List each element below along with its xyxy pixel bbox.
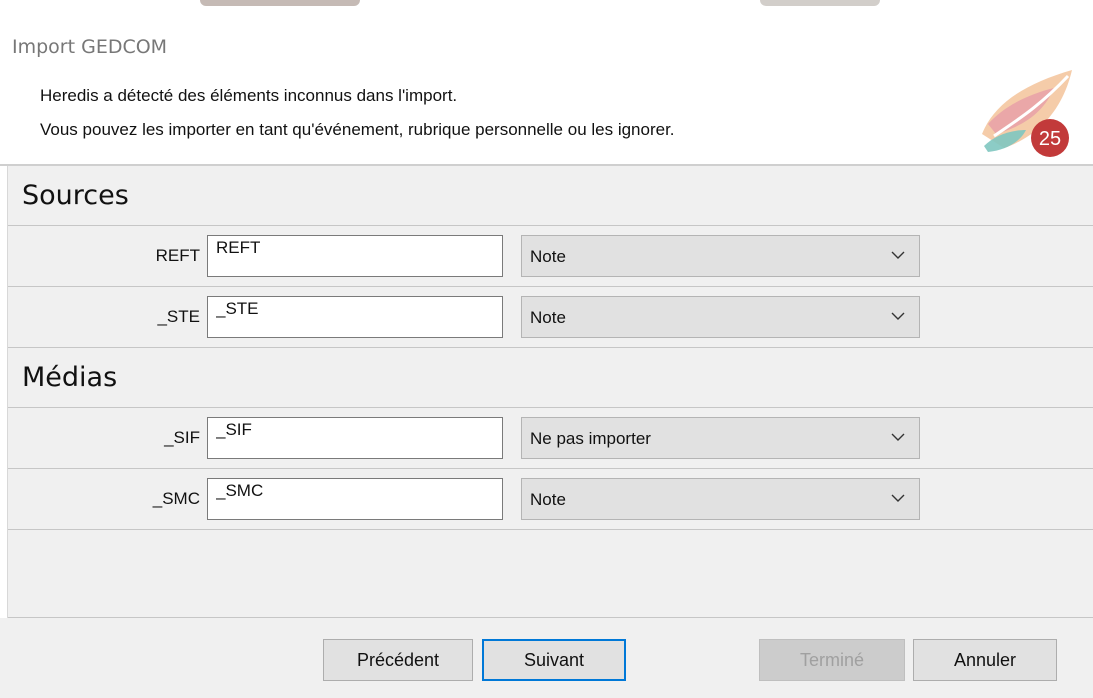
dropdown-selected-value: Note [530,490,566,509]
mapping-row: _SIF Ne pas importer [8,408,1093,469]
dropdown-selected-value: Note [530,247,566,266]
tag-name-input[interactable] [207,417,503,459]
chevron-down-icon [891,433,905,441]
mapping-row: REFT Note [8,226,1093,287]
previous-button[interactable]: Précédent [323,639,473,681]
background-blur [200,0,360,6]
mapping-row: _SMC Note [8,469,1093,530]
tag-label: _SIF [164,428,200,447]
chevron-down-icon [891,251,905,259]
empty-area [8,531,1093,618]
tag-name-input[interactable] [207,296,503,338]
tag-name-input[interactable] [207,478,503,520]
dropdown-selected-value: Ne pas importer [530,429,651,448]
tag-label: _STE [157,307,200,326]
dialog-footer: Précédent Suivant Terminé Annuler [0,618,1093,698]
import-as-dropdown[interactable]: Ne pas importer [521,417,920,459]
finish-button[interactable]: Terminé [759,639,905,681]
background-blur [760,0,880,6]
import-as-dropdown[interactable]: Note [521,296,920,338]
tag-label: _SMC [152,489,200,508]
window-title: Import GEDCOM [12,36,168,58]
background-strip [0,0,1093,14]
tag-name-input[interactable] [207,235,503,277]
section-title-sources: Sources [8,166,1093,226]
tag-label: REFT [155,246,200,265]
mapping-panel: Sources REFT Note _STE Note Médias _SIF … [7,166,1093,618]
section-title-medias: Médias [8,348,1093,408]
dialog-header: Heredis a détecté des éléments inconnus … [0,58,1093,164]
mapping-row: _STE Note [8,287,1093,348]
dropdown-selected-value: Note [530,308,566,327]
chevron-down-icon [891,494,905,502]
import-as-dropdown[interactable]: Note [521,478,920,520]
header-message-line2: Vous pouvez les importer en tant qu'évén… [40,120,675,139]
import-as-dropdown[interactable]: Note [521,235,920,277]
logo-badge-text: 25 [1039,128,1061,150]
title-bar: Import GEDCOM [0,14,1093,58]
chevron-down-icon [891,312,905,320]
next-button[interactable]: Suivant [482,639,626,681]
header-message-line1: Heredis a détecté des éléments inconnus … [40,86,458,105]
heredis-leaf-logo-icon: 25 [982,70,1072,157]
cancel-button[interactable]: Annuler [913,639,1057,681]
